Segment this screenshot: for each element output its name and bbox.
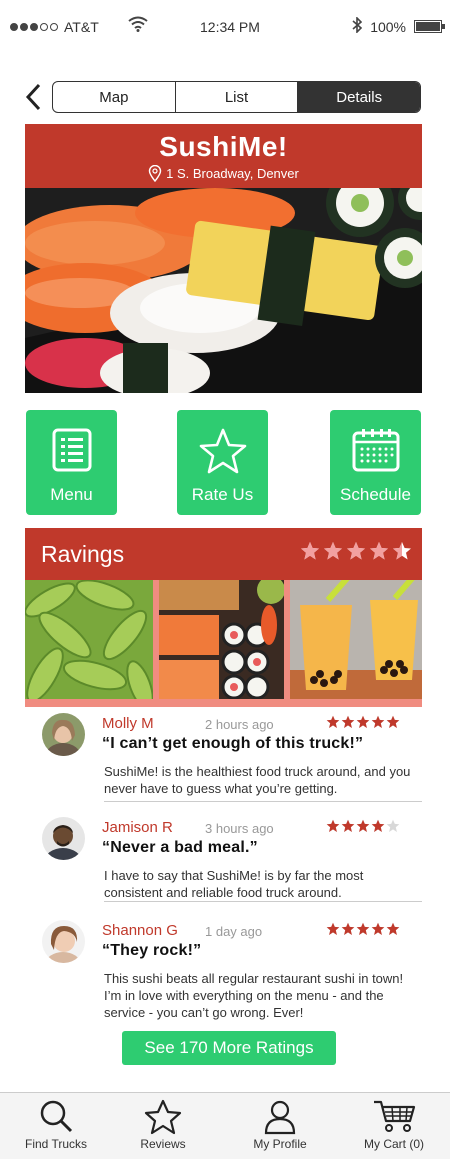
rating-star-icon <box>371 922 385 935</box>
average-rating-stars <box>300 541 412 561</box>
rating-star-icon <box>370 542 388 560</box>
review-divider <box>104 801 422 802</box>
reviewer-avatar <box>42 920 85 963</box>
view-segmented-control: Map List Details <box>52 81 421 113</box>
review-headline: “They rock!” <box>102 942 202 959</box>
status-bar: AT&T 12:34 PM 100% <box>0 0 450 52</box>
location-pin-icon <box>148 165 162 182</box>
ratings-header: Ravings <box>25 528 422 580</box>
tab-label: My Cart (0) <box>364 1137 424 1151</box>
reviewer-avatar <box>42 817 85 860</box>
wifi-icon <box>128 16 148 35</box>
rating-star-icon <box>341 819 355 832</box>
rating-star-icon <box>341 922 355 935</box>
bubble-tea-photo[interactable] <box>290 580 422 699</box>
tab-map[interactable]: Map <box>53 82 176 112</box>
back-button[interactable] <box>22 82 44 112</box>
tab-label: Reviews <box>140 1137 186 1151</box>
status-right: 100% <box>352 16 445 36</box>
battery-level-fill <box>416 22 440 31</box>
rate-us-button[interactable]: Rate Us <box>177 410 268 515</box>
rating-star-icon <box>324 542 342 560</box>
menu-list-icon <box>52 428 91 472</box>
food-photo-strip <box>25 580 422 707</box>
sushi-hero-image <box>25 188 422 393</box>
review-divider <box>104 901 422 902</box>
review-headline: “I can’t get enough of this truck!” <box>102 735 364 752</box>
rating-star-icon <box>386 715 400 728</box>
rating-star-icon <box>356 819 370 832</box>
rating-star-icon <box>326 819 340 832</box>
carrier-name: AT&T <box>64 19 99 35</box>
review-body: This sushi beats all regular restaurant … <box>104 971 404 1020</box>
truck-address-text: 1 S. Broadway, Denver <box>166 166 299 181</box>
tab-label: My Profile <box>253 1137 307 1151</box>
rate-us-label: Rate Us <box>191 485 254 504</box>
tab-my-cart[interactable]: My Cart (0) <box>338 1093 450 1159</box>
truck-address: 1 S. Broadway, Denver <box>25 165 422 182</box>
battery-icon <box>414 20 445 33</box>
tab-reviews[interactable]: Reviews <box>107 1093 219 1159</box>
rating-star-icon <box>326 922 340 935</box>
calendar-icon <box>352 429 399 472</box>
review-body: SushiMe! is the healthiest food truck ar… <box>104 764 411 796</box>
rating-star-icon <box>386 819 400 832</box>
search-icon <box>40 1100 73 1133</box>
user-icon <box>264 1100 296 1135</box>
rating-star-icon <box>371 715 385 728</box>
star-outline-icon <box>144 1099 182 1135</box>
review-body: I have to say that SushiMe! is by far th… <box>104 868 364 900</box>
signal-strength-icon <box>10 23 58 31</box>
reviewer-avatar <box>42 713 85 756</box>
tab-label: Find Trucks <box>24 1137 87 1151</box>
reviewer-name[interactable]: Molly M <box>102 715 154 732</box>
rating-star-icon <box>341 715 355 728</box>
rating-star-icon <box>356 922 370 935</box>
review-time: 1 day ago <box>205 924 263 939</box>
review-headline: “Never a bad meal.” <box>102 839 258 856</box>
carrier-signal: AT&T <box>10 19 99 35</box>
chevron-left-icon <box>25 83 41 111</box>
tab-find-trucks[interactable]: Find Trucks <box>0 1093 112 1159</box>
tab-my-profile[interactable]: My Profile <box>224 1093 336 1159</box>
rating-star-icon <box>356 715 370 728</box>
truck-name: SushiMe! <box>159 131 288 162</box>
reviewer-name[interactable]: Shannon G <box>102 922 178 939</box>
rating-star-icon <box>393 542 411 560</box>
rating-star-icon <box>326 715 340 728</box>
schedule-button[interactable]: Schedule <box>330 410 421 515</box>
ratings-title: Ravings <box>41 541 125 567</box>
clock: 12:34 PM <box>200 19 260 35</box>
bottom-tab-bar: Find Trucks Reviews My Profile My Cart (… <box>0 1092 450 1159</box>
tab-list[interactable]: List <box>176 82 299 112</box>
review-rating-stars <box>326 922 400 936</box>
rating-star-icon <box>301 542 319 560</box>
reviewer-name[interactable]: Jamison R <box>102 819 173 836</box>
rating-star-icon <box>347 542 365 560</box>
tab-details[interactable]: Details <box>298 82 420 112</box>
rating-star-icon <box>371 819 385 832</box>
star-icon <box>199 428 246 474</box>
edamame-photo[interactable] <box>25 580 157 699</box>
cart-icon <box>374 1100 416 1132</box>
review-time: 3 hours ago <box>205 821 274 836</box>
see-more-ratings-button[interactable]: See 170 More Ratings <box>122 1031 336 1065</box>
schedule-label: Schedule <box>340 485 411 504</box>
menu-button[interactable]: Menu <box>26 410 117 515</box>
bluetooth-icon <box>352 16 363 36</box>
truck-header: SushiMe! 1 S. Broadway, Denver <box>25 124 422 188</box>
review-time: 2 hours ago <box>205 717 274 732</box>
review-rating-stars <box>326 819 400 833</box>
review-rating-stars <box>326 715 400 729</box>
rating-star-icon <box>386 922 400 935</box>
sushi-rolls-photo[interactable] <box>158 580 288 699</box>
battery-percent: 100% <box>370 18 406 35</box>
menu-label: Menu <box>50 485 93 504</box>
